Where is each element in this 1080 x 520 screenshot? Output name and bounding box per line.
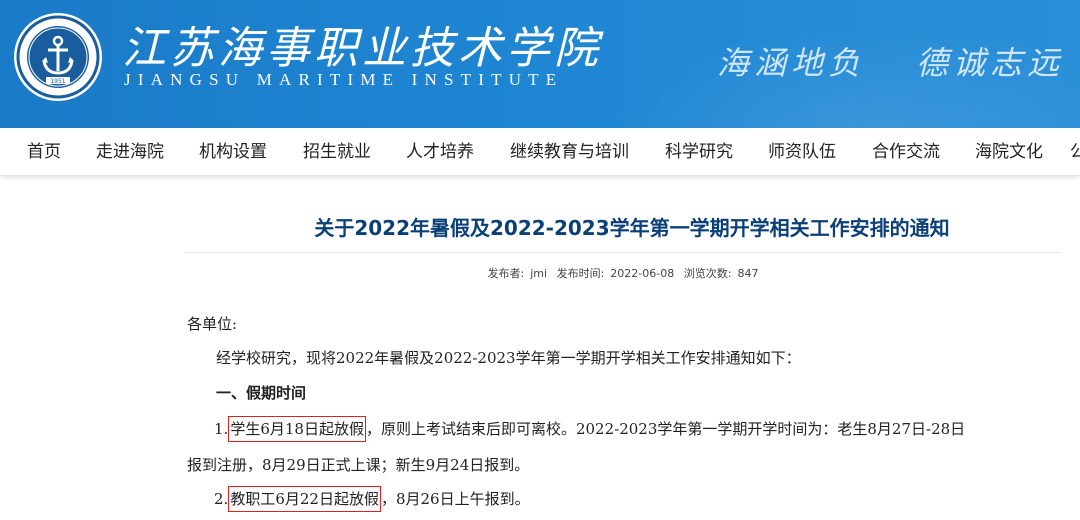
nav-item-home[interactable]: 首页 [27, 128, 61, 176]
nav-item-more[interactable]: 公 [1070, 128, 1080, 176]
nav-item-cooperation[interactable]: 合作交流 [872, 128, 940, 176]
publisher-label: 发布者: [487, 267, 525, 280]
nav-item-admissions[interactable]: 招生就业 [303, 128, 371, 176]
intro-paragraph: 经学校研究，现将2022年暑假及2022-2023学年第一学期开学相关工作安排通… [216, 349, 801, 367]
article-title: 关于2022年暑假及2022-2023学年第一学期开学相关工作安排的通知 [314, 216, 950, 240]
holiday-item-students-continued: 报到注册，8月29日正式上课；新生9月24日报到。 [187, 456, 530, 474]
highlight-staff-holiday: 教职工6月22日起放假 [228, 486, 381, 512]
motto-part-2: 德诚志远 [916, 44, 1065, 82]
salutation: 各单位: [187, 315, 238, 333]
nav-item-departments[interactable]: 机构设置 [199, 128, 267, 176]
date-label: 发布时间: [556, 267, 605, 280]
anchor-emblem-icon: 1951 [16, 15, 100, 99]
nav-item-talent-training[interactable]: 人才培养 [406, 128, 474, 176]
school-logo[interactable]: 1951 [14, 13, 102, 101]
motto-part-1: 海涵地负 [717, 44, 866, 82]
title-divider [184, 252, 1062, 253]
publisher-value: jmi [530, 267, 548, 280]
item-number: 2. [214, 490, 229, 508]
nav-item-faculty[interactable]: 师资队伍 [768, 128, 836, 176]
nav-item-continuing-education[interactable]: 继续教育与培训 [510, 128, 629, 176]
header-banner: 1951 江苏海事职业技术学院 JIANGSU MARITIME INSTITU… [0, 0, 1080, 128]
school-name-chinese: 江苏海事职业技术学院 [122, 23, 602, 74]
logo-year: 1951 [50, 78, 65, 85]
views-value: 847 [737, 267, 759, 280]
nav-item-culture[interactable]: 海院文化 [975, 128, 1043, 176]
main-nav: 首页 走进海院 机构设置 招生就业 人才培养 继续教育与培训 科学研究 师资队伍… [0, 128, 1080, 176]
item-number: 1. [214, 420, 229, 438]
nav-item-about[interactable]: 走进海院 [96, 128, 164, 176]
holiday-item-staff: 2. 教职工6月22日起放假 ，8月26日上午报到。 [214, 486, 530, 512]
nav-item-research[interactable]: 科学研究 [665, 128, 733, 176]
item-text: ，8月26日上午报到。 [380, 490, 530, 508]
date-value: 2022-06-08 [610, 267, 675, 280]
section-heading-holiday: 一、假期时间 [216, 384, 307, 402]
school-name-english: JIANGSU MARITIME INSTITUTE [124, 70, 564, 89]
highlight-student-holiday: 学生6月18日起放假 [228, 416, 366, 442]
holiday-item-students: 1. 学生6月18日起放假 ，原则上考试结束后即可离校。2022-2023学年第一学… [214, 416, 966, 442]
item-text: ，原则上考试结束后即可离校。2022-2023学年第一学期开学时间为：老生8月2… [365, 420, 966, 438]
article-meta: 发布者: jmi 发布时间: 2022-06-08 浏览次数: 847 [184, 265, 1062, 281]
views-label: 浏览次数: [683, 267, 732, 280]
